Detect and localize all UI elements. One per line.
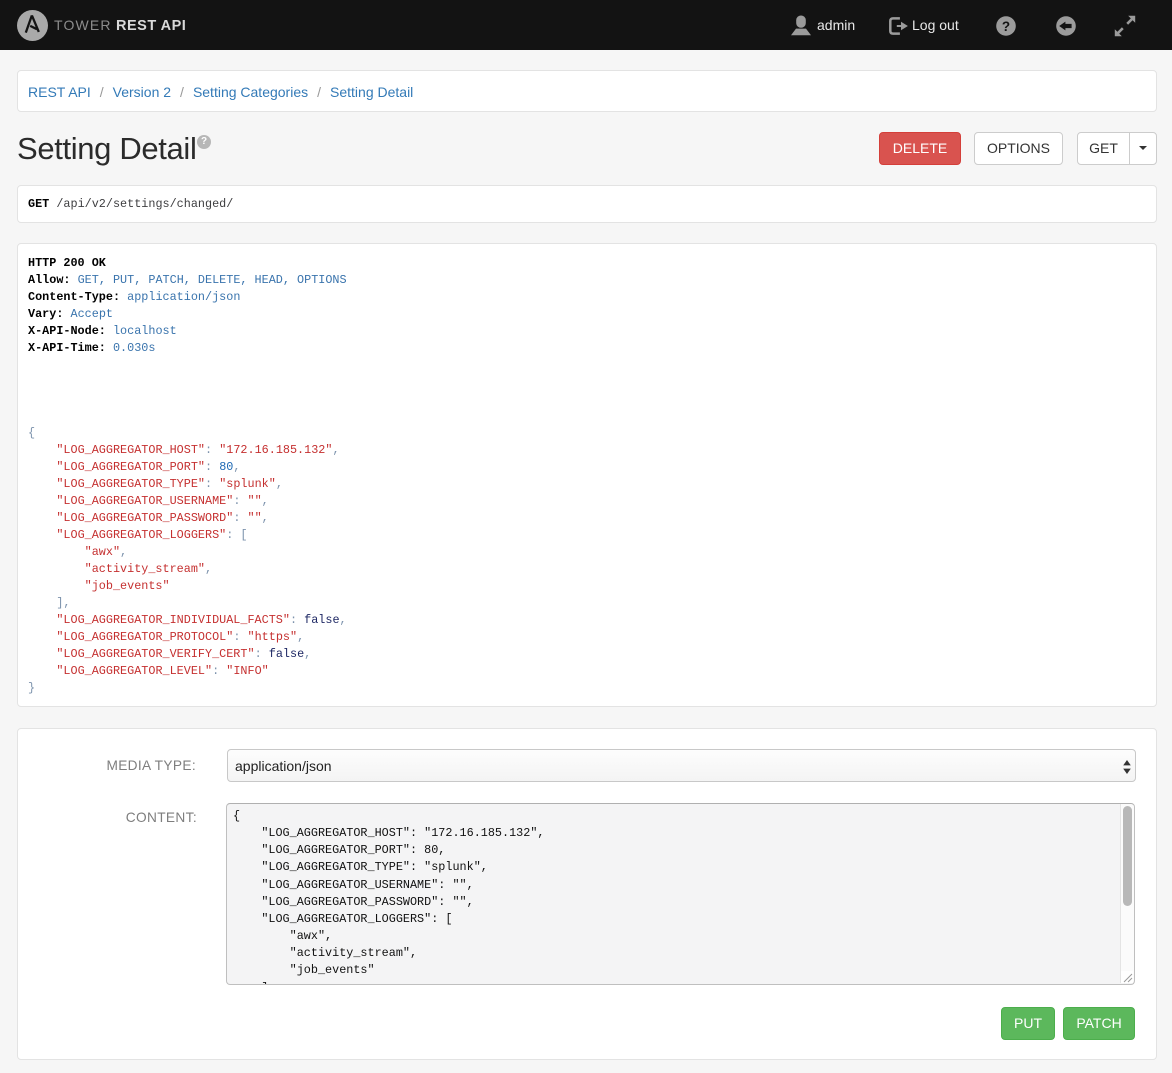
svg-text:?: ? <box>1002 19 1010 34</box>
